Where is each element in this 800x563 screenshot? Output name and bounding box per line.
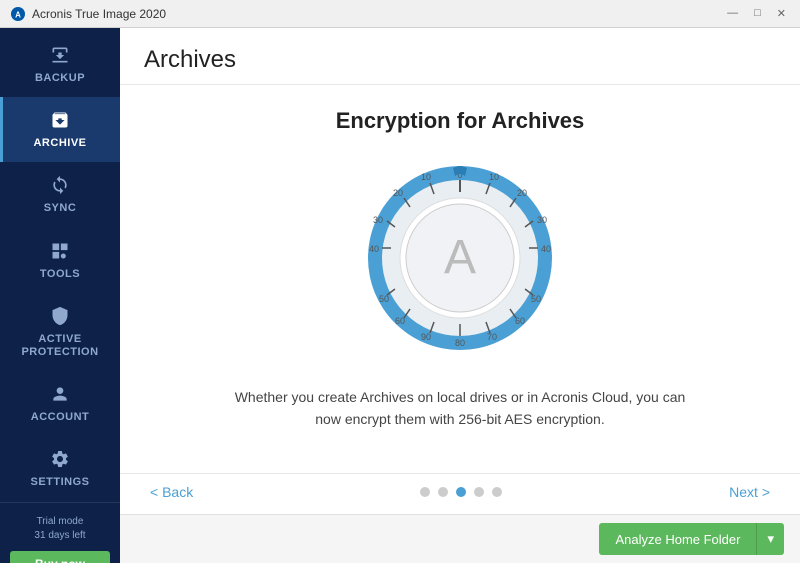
svg-text:60: 60: [395, 316, 405, 326]
svg-text:A: A: [15, 10, 21, 19]
app-body: BACKUP ARCHIVE SYNC TOOLS: [0, 28, 800, 563]
svg-text:50: 50: [379, 294, 389, 304]
svg-text:90: 90: [421, 332, 431, 342]
tools-icon: [49, 240, 71, 262]
sidebar-bottom: Trial mode 31 days left Buy now: [0, 502, 120, 563]
title-bar: A Acronis True Image 2020 — □ ✕: [0, 0, 800, 28]
settings-icon: [49, 448, 71, 470]
analyze-home-folder-button[interactable]: Analyze Home Folder: [599, 523, 757, 555]
svg-text:70: 70: [487, 332, 497, 342]
shield-icon: [49, 305, 71, 327]
next-button[interactable]: Next >: [729, 484, 770, 500]
bottom-bar: Analyze Home Folder ▾: [120, 514, 800, 563]
sidebar-label-backup: BACKUP: [35, 72, 85, 85]
sidebar-nav: BACKUP ARCHIVE SYNC TOOLS: [0, 28, 120, 502]
svg-text:80: 80: [455, 338, 465, 348]
analyze-dropdown-button[interactable]: ▾: [757, 523, 784, 555]
nav-footer: < Back Next >: [120, 473, 800, 514]
account-icon: [49, 383, 71, 405]
svg-text:A: A: [444, 231, 476, 284]
maximize-button[interactable]: □: [750, 7, 765, 20]
sidebar-item-account[interactable]: ACCOUNT: [0, 371, 120, 436]
sidebar-label-archive: ARCHIVE: [33, 137, 86, 150]
svg-text:30: 30: [537, 215, 547, 225]
app-title: Acronis True Image 2020: [32, 7, 723, 21]
sidebar-label-account: ACCOUNT: [31, 411, 90, 424]
sidebar-item-settings[interactable]: SETTINGS: [0, 436, 120, 501]
svg-text:30: 30: [373, 215, 383, 225]
svg-text:60: 60: [515, 316, 525, 326]
trial-line2: 31 days left: [34, 530, 85, 541]
svg-text:50: 50: [531, 294, 541, 304]
app-logo: A: [10, 6, 26, 22]
dropdown-arrow-icon: ▾: [767, 531, 774, 546]
nav-dot-1: [420, 487, 430, 497]
encryption-title: Encryption for Archives: [336, 108, 585, 134]
back-button[interactable]: < Back: [150, 484, 193, 500]
sidebar-item-backup[interactable]: BACKUP: [0, 32, 120, 97]
sidebar-label-tools: TOOLS: [40, 268, 80, 281]
content-header: Archives: [120, 28, 800, 85]
page-title: Archives: [144, 46, 776, 74]
svg-text:20: 20: [393, 188, 403, 198]
encryption-dial-svg: 0 10 20 30 40 50 60 70 80 90 60 50 40 30: [360, 158, 560, 358]
sidebar-item-tools[interactable]: TOOLS: [0, 228, 120, 293]
svg-text:10: 10: [421, 172, 431, 182]
navigation-dots: [420, 487, 502, 497]
nav-dot-2: [438, 487, 448, 497]
buy-now-button[interactable]: Buy now: [10, 551, 110, 563]
sidebar-label-active-protection: ACTIVE PROTECTION: [8, 333, 112, 359]
sidebar-label-sync: SYNC: [44, 202, 77, 215]
backup-icon: [49, 44, 71, 66]
sidebar-label-settings: SETTINGS: [30, 476, 89, 489]
close-button[interactable]: ✕: [773, 7, 790, 20]
archive-icon: [49, 109, 71, 131]
minimize-button[interactable]: —: [723, 7, 742, 20]
sidebar: BACKUP ARCHIVE SYNC TOOLS: [0, 28, 120, 563]
sidebar-item-active-protection[interactable]: ACTIVE PROTECTION: [0, 293, 120, 371]
description-text: Whether you create Archives on local dri…: [220, 386, 700, 431]
svg-text:10: 10: [489, 172, 499, 182]
svg-text:20: 20: [517, 188, 527, 198]
nav-dot-3: [456, 487, 466, 497]
svg-text:40: 40: [369, 244, 379, 254]
sync-icon: [49, 174, 71, 196]
window-controls: — □ ✕: [723, 7, 790, 20]
sidebar-item-sync[interactable]: SYNC: [0, 162, 120, 227]
dial-graphic: 0 10 20 30 40 50 60 70 80 90 60 50 40 30: [360, 158, 560, 358]
main-content: Archives Encryption for Archives: [120, 28, 800, 563]
trial-line1: Trial mode: [37, 516, 84, 527]
sidebar-item-archive[interactable]: ARCHIVE: [0, 97, 120, 162]
trial-info: Trial mode 31 days left: [10, 515, 110, 543]
nav-dot-4: [474, 487, 484, 497]
svg-text:40: 40: [541, 244, 551, 254]
nav-dot-5: [492, 487, 502, 497]
content-area: Encryption for Archives: [120, 85, 800, 473]
